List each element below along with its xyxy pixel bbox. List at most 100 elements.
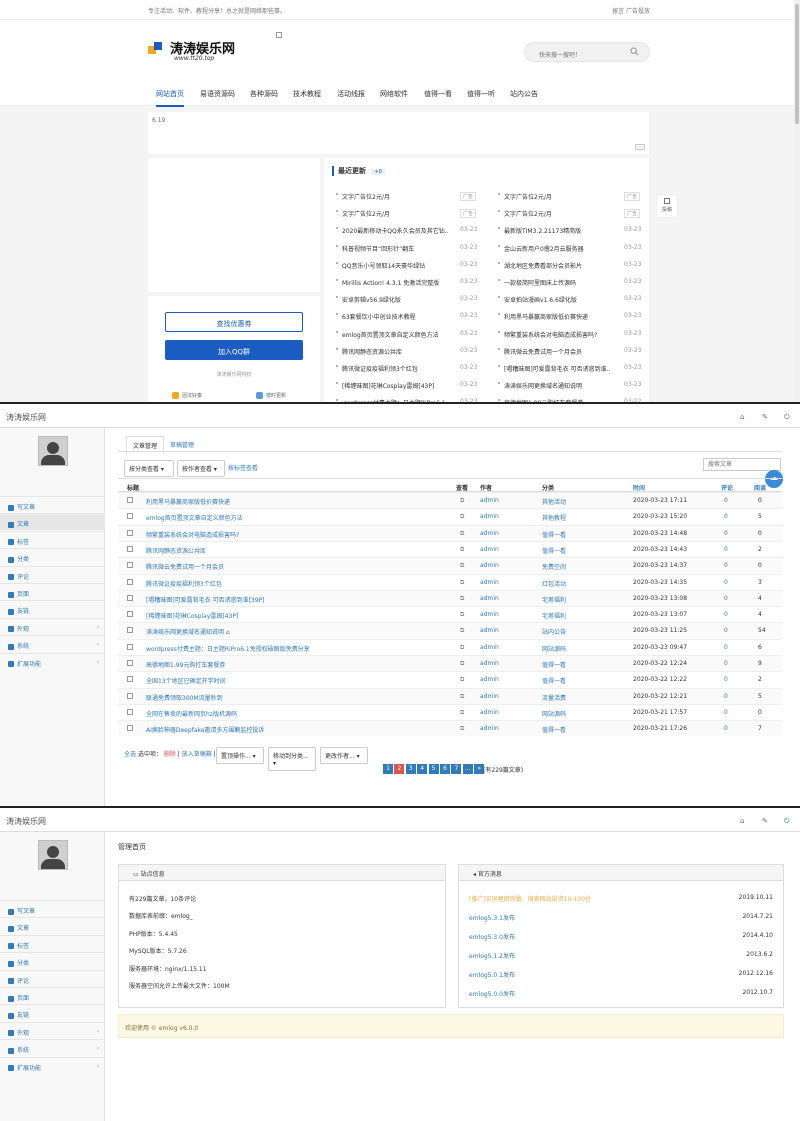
view-icon[interactable]: ⧉ [460,497,464,505]
banner[interactable]: 6.19 [148,112,649,154]
news-item[interactable]: 利用黑马暴赢商家版低价赛快递 [504,312,614,321]
sidebar-item-6[interactable]: 友链 [0,600,105,617]
page-link[interactable]: 4 [417,764,428,774]
news-item[interactable]: 文字广告位2元/月 [504,192,614,201]
view-icon[interactable]: ⧉ [460,725,464,733]
post-comments[interactable]: 0 [724,627,728,634]
news-item[interactable]: 一款极简阿里图床上传源码 [504,278,614,287]
news-item[interactable]: 文字广告位2元/月 [342,209,450,218]
post-category[interactable]: 值得一看 [542,725,566,734]
row-checkbox[interactable] [127,545,133,552]
post-comments[interactable]: 0 [724,611,728,618]
nav-item-8[interactable]: 站内公告 [510,89,538,99]
sidebar-item-0[interactable]: 写文章 [0,900,105,917]
page-link[interactable]: 3 [405,764,416,774]
post-author[interactable]: admin [480,611,499,618]
power-icon[interactable]: ⏻ [784,413,791,421]
view-icon[interactable]: ⧉ [460,627,464,635]
official-news-link[interactable]: emlog5.1.2发布 [469,951,515,960]
row-checkbox[interactable] [127,725,133,732]
post-category[interactable]: 流量活费 [542,693,566,702]
news-item[interactable]: 文字广告位2元/月 [504,209,614,218]
view-icon[interactable]: ⧉ [460,513,464,521]
post-author[interactable]: admin [480,676,499,683]
post-title-link[interactable]: 涛涛娱乐网更换域名通知说明 ⌂ [146,627,230,636]
news-item[interactable]: 腾讯微证疫疫福利领3个红包 [342,364,450,373]
select-all-link[interactable]: 全选 [124,751,136,758]
view-icon[interactable]: ⧉ [460,562,464,570]
post-title-link[interactable]: 联通免费领取300M流量秒到 [146,693,223,702]
row-checkbox[interactable] [127,708,133,715]
nav-item-1[interactable]: 易语资源码 [200,89,235,99]
topbar-links[interactable]: 留言 广告投放 [612,6,650,15]
row-checkbox[interactable] [127,627,133,634]
row-checkbox[interactable] [127,643,133,650]
news-item[interactable]: [唱糟昧图]可爱露背毛衣 可否诱惑到谁.. [504,364,614,373]
view-icon[interactable]: ⧉ [460,693,464,701]
to-draft-link[interactable]: 放入草稿箱 [182,751,212,758]
row-checkbox[interactable] [127,692,133,699]
post-comments[interactable]: 0 [724,660,728,667]
post-author[interactable]: admin [480,513,499,520]
post-comments[interactable]: 0 [724,530,728,537]
post-comments[interactable]: 0 [724,709,728,716]
sidebar-item-0[interactable]: 写文章 [0,496,105,513]
post-title-link[interactable]: [稀缠昧图]花琳Cosplay雷姆[43P] [146,611,238,620]
avatar[interactable] [38,436,68,466]
news-item[interactable]: [稀缠昧图]花琳Cosplay雷姆[43P] [342,381,450,390]
official-news-link[interactable]: emlog5.0.1发布 [469,970,515,979]
post-category[interactable]: 红包活动 [542,579,566,588]
page-link[interactable]: 5 [428,764,439,774]
sidebar-item-5[interactable]: 页面 [0,583,105,600]
post-author[interactable]: admin [480,546,499,553]
filter-category-select[interactable]: 按分类查看 ▾ [124,460,174,477]
post-title-link[interactable]: AI换脸神器Deepfake邀请多方围剿监控投诉 [146,725,264,734]
post-title-link[interactable]: 频繁重装系统会对电脑造成损害吗? [146,530,239,539]
news-item[interactable]: 金山云新用户0撸2月云服务器 [504,244,614,253]
home-icon[interactable]: ⌂ [740,817,747,825]
news-item[interactable]: 安卓剪辑v56.9绿化版 [342,295,450,304]
post-comments[interactable]: 0 [724,595,728,602]
sidebar-item-1[interactable]: 文章 [0,917,105,934]
post-title-link[interactable]: 腾讯微证疫疫福利领3个红包 [146,579,222,588]
sidebar-item-3[interactable]: 分类 [0,548,105,565]
sidebar-item-7[interactable]: 外观 ‹ [0,617,105,635]
news-item[interactable]: 文字广告位2元/月 [342,192,450,201]
post-comments[interactable]: 0 [724,579,728,586]
join-qq-group-button[interactable]: 加入QQ群 [165,340,303,360]
post-comments[interactable]: 0 [724,676,728,683]
post-author[interactable]: admin [480,497,499,504]
view-icon[interactable]: ⧉ [460,546,464,554]
news-item[interactable]: 高德地图1.99元购打车套餐券 [504,398,614,402]
view-icon[interactable]: ⧉ [460,611,464,619]
news-item[interactable]: 腾讯网静态资源公共库 [342,347,450,356]
sidebar-item-6[interactable]: 友链 [0,1004,105,1021]
news-item[interactable]: 湖北地区免费看部分会员影片 [504,261,614,270]
nav-item-0[interactable]: 网站首页 [156,89,184,107]
col-comments[interactable]: 评论 [721,483,733,492]
post-comments[interactable]: 0 [724,644,728,651]
avatar[interactable] [38,840,68,870]
news-item[interactable]: 频繁重装系统会对电脑造成损害吗? [504,330,614,339]
nav-item-2[interactable]: 各种源码 [250,89,278,99]
sidebar-item-9[interactable]: 扩展功能 ‹ [0,652,105,670]
post-category[interactable]: 值得一看 [542,530,566,539]
post-category[interactable]: 值得一看 [542,676,566,685]
post-search-input[interactable] [703,458,781,471]
row-checkbox[interactable] [127,578,133,585]
post-comments[interactable]: 0 [724,513,728,520]
sidebar-item-2[interactable]: 标签 [0,530,105,548]
view-icon[interactable]: ⧉ [460,676,464,684]
news-item[interactable]: QQ音乐小号领取14天豪华绿钻 [342,261,450,270]
post-category[interactable]: 宅男福利 [542,595,566,604]
news-item[interactable]: 涛涛娱乐网更换域名通知说明 [504,381,614,390]
change-author-select[interactable]: 更改作者... ▾ [320,747,368,764]
sidebar-item-8[interactable]: 系统 ‹ [0,1039,105,1056]
post-author[interactable]: admin [480,725,499,732]
post-author[interactable]: admin [480,530,499,537]
official-news-link[interactable]: emlog5.3.1发布 [469,913,515,922]
row-checkbox[interactable] [127,513,133,520]
view-icon[interactable]: ⧉ [460,660,464,668]
nav-item-5[interactable]: 网络软件 [380,89,408,99]
page-link[interactable]: 1 [383,764,393,774]
